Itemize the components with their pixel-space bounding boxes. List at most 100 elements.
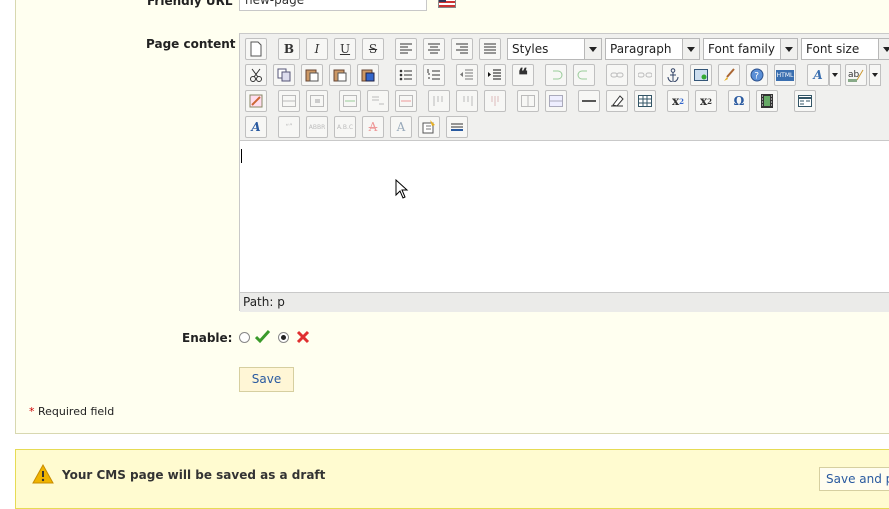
media-icon[interactable] bbox=[756, 90, 778, 112]
numbered-list-icon[interactable] bbox=[423, 64, 445, 86]
insert-col-after-icon[interactable] bbox=[456, 90, 478, 112]
align-left-icon[interactable] bbox=[395, 38, 417, 60]
insert-row-after-icon[interactable] bbox=[367, 90, 389, 112]
required-field-text: Required field bbox=[38, 405, 115, 418]
bullet-list-icon[interactable] bbox=[395, 64, 417, 86]
mouse-pointer-icon bbox=[395, 179, 409, 199]
bold-button[interactable]: B bbox=[278, 38, 300, 60]
subscript-button[interactable]: x2 bbox=[667, 90, 689, 112]
editor-content-area[interactable] bbox=[240, 140, 889, 292]
highlight-chevron-down-icon[interactable] bbox=[869, 64, 881, 86]
format-dropdown[interactable]: Paragraph bbox=[605, 38, 700, 60]
anchor-icon[interactable] bbox=[662, 64, 684, 86]
editor-path-status: Path: p bbox=[240, 292, 889, 312]
font-size-dropdown[interactable]: Font size bbox=[801, 38, 889, 60]
abbreviation-icon[interactable]: ABBR bbox=[306, 116, 328, 138]
align-justify-icon[interactable] bbox=[479, 38, 501, 60]
new-document-icon[interactable] bbox=[245, 38, 267, 60]
attributes-icon[interactable] bbox=[418, 116, 440, 138]
cite-icon[interactable]: “” bbox=[278, 116, 300, 138]
format-dropdown-label: Paragraph bbox=[610, 42, 672, 56]
help-icon[interactable]: ? bbox=[746, 64, 768, 86]
align-center-icon[interactable] bbox=[423, 38, 445, 60]
language-flag-icon[interactable] bbox=[438, 0, 456, 8]
link-icon[interactable] bbox=[606, 64, 628, 86]
table-row-props-icon[interactable] bbox=[278, 90, 300, 112]
superscript-button[interactable]: x2 bbox=[695, 90, 717, 112]
styles-dropdown[interactable]: Styles bbox=[507, 38, 602, 60]
editor-toolbar: B I U S Styles Paragraph Font family Fon… bbox=[240, 34, 889, 140]
redo-icon[interactable] bbox=[573, 64, 595, 86]
indent-icon[interactable] bbox=[484, 64, 506, 86]
html-source-label: HTML bbox=[775, 69, 795, 81]
strikethrough-button[interactable]: S bbox=[362, 38, 384, 60]
chevron-down-icon bbox=[780, 39, 797, 59]
delete-row-icon[interactable] bbox=[395, 90, 417, 112]
acronym-icon[interactable]: A.B.C bbox=[334, 116, 356, 138]
superscript-label: x bbox=[699, 94, 708, 108]
text-caret bbox=[241, 149, 242, 163]
insert-row-before-icon[interactable] bbox=[339, 90, 361, 112]
enable-label: Enable: bbox=[182, 331, 233, 345]
edit-css-icon[interactable] bbox=[245, 90, 267, 112]
subscript-mark: 2 bbox=[679, 96, 685, 106]
friendly-url-label: Friendly URL bbox=[147, 0, 233, 8]
save-button[interactable]: Save bbox=[239, 367, 294, 392]
template-icon[interactable] bbox=[794, 90, 816, 112]
text-color-chevron-down-icon[interactable] bbox=[829, 64, 841, 86]
page-content-label: Page content bbox=[146, 37, 236, 51]
image-icon[interactable] bbox=[690, 64, 712, 86]
horizontal-rule-icon[interactable] bbox=[578, 90, 600, 112]
warning-icon bbox=[32, 464, 54, 484]
paste-text-icon[interactable] bbox=[329, 64, 351, 86]
visual-chars-icon[interactable] bbox=[446, 116, 468, 138]
check-icon bbox=[255, 330, 271, 344]
italic-button[interactable]: I bbox=[306, 38, 328, 60]
cross-icon bbox=[296, 330, 310, 344]
underline-button[interactable]: U bbox=[334, 38, 356, 60]
cleanup-brush-icon[interactable] bbox=[718, 64, 740, 86]
svg-text:?: ? bbox=[754, 72, 759, 82]
merge-cells-icon[interactable] bbox=[545, 90, 567, 112]
unlink-icon[interactable] bbox=[634, 64, 656, 86]
font-family-dropdown[interactable]: Font family bbox=[703, 38, 798, 60]
subscript-label: x bbox=[671, 94, 680, 108]
delete-col-icon[interactable] bbox=[484, 90, 506, 112]
outdent-icon[interactable] bbox=[456, 64, 478, 86]
text-color-icon[interactable]: A bbox=[807, 64, 829, 86]
special-char-button[interactable]: Ω bbox=[728, 90, 750, 112]
paste-icon[interactable] bbox=[301, 64, 323, 86]
font-size-dropdown-label: Font size bbox=[806, 42, 860, 56]
remove-format-icon[interactable] bbox=[606, 90, 628, 112]
chevron-down-icon bbox=[878, 39, 889, 59]
cut-icon[interactable] bbox=[245, 64, 267, 86]
table-cell-props-icon[interactable] bbox=[306, 90, 328, 112]
insert-col-before-icon[interactable] bbox=[428, 90, 450, 112]
font-family-dropdown-label: Font family bbox=[708, 42, 775, 56]
deletion-icon[interactable]: A bbox=[362, 116, 384, 138]
insert-table-icon[interactable] bbox=[634, 90, 656, 112]
insertion-icon[interactable]: A bbox=[390, 116, 412, 138]
paste-word-icon[interactable] bbox=[357, 64, 379, 86]
rich-text-editor: B I U S Styles Paragraph Font family Fon… bbox=[239, 33, 889, 312]
draft-warning-bar: Your CMS page will be saved as a draft S… bbox=[15, 449, 889, 509]
highlight-color-icon[interactable]: ab bbox=[845, 64, 867, 86]
split-cells-icon[interactable] bbox=[517, 90, 539, 112]
chevron-down-icon bbox=[584, 39, 601, 59]
undo-icon[interactable] bbox=[545, 64, 567, 86]
styleprops-icon[interactable]: A bbox=[245, 116, 267, 138]
enable-no-radio[interactable] bbox=[278, 332, 289, 343]
draft-message: Your CMS page will be saved as a draft bbox=[62, 468, 326, 482]
chevron-down-icon bbox=[682, 39, 699, 59]
superscript-mark: 2 bbox=[707, 96, 713, 106]
html-source-icon[interactable]: HTML bbox=[774, 64, 796, 86]
styles-dropdown-label: Styles bbox=[512, 42, 549, 56]
friendly-url-input[interactable]: new-page bbox=[239, 0, 427, 11]
align-right-icon[interactable] bbox=[451, 38, 473, 60]
blockquote-icon[interactable]: ❝ bbox=[512, 64, 534, 86]
required-field-note: * Required field bbox=[29, 405, 114, 418]
save-and-preview-button[interactable]: Save and preview bbox=[819, 467, 889, 491]
copy-icon[interactable] bbox=[273, 64, 295, 86]
required-star: * bbox=[29, 405, 35, 418]
enable-yes-radio[interactable] bbox=[239, 332, 250, 343]
